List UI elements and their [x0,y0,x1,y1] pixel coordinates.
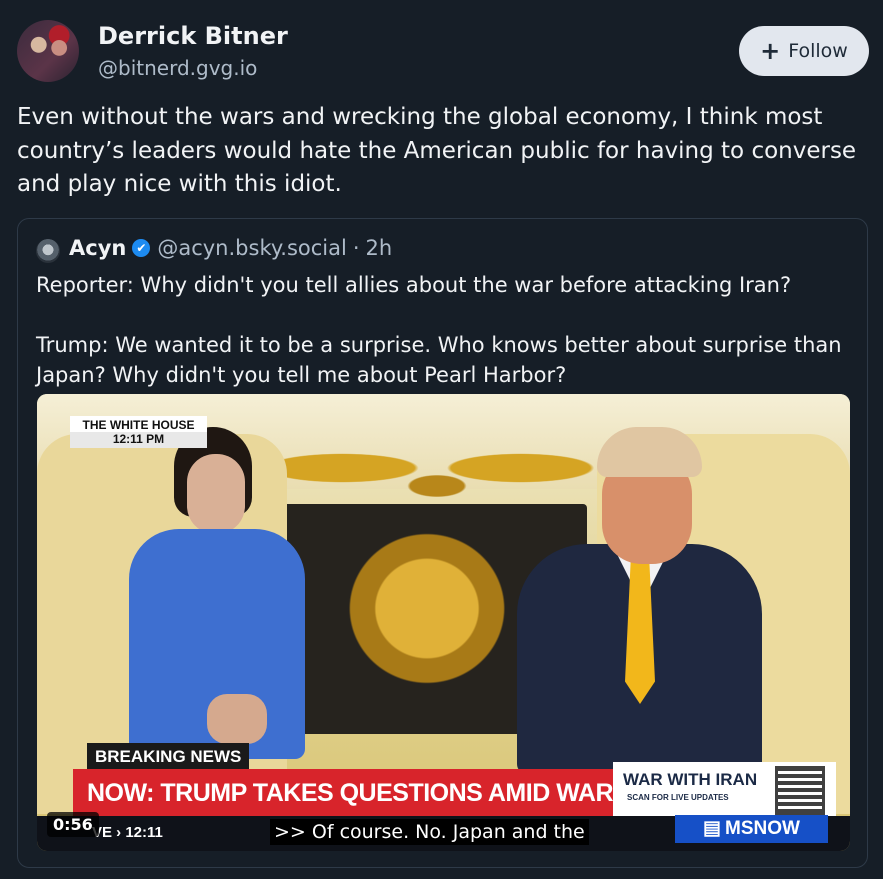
gold-fire-screen [307,514,547,724]
follow-button[interactable]: + Follow [739,26,869,76]
war-box-subtitle: SCAN FOR LIVE UPDATES [627,793,729,802]
quoted-author-name[interactable]: Acyn [69,236,126,260]
breaking-news-label: BREAKING NEWS [87,743,250,771]
location-badge-title: THE WHITE HOUSE [82,418,195,432]
video-player[interactable]: THE WHITE HOUSE 12:11 PM BREAKING NEWS N… [37,394,850,851]
war-box-title: WAR WITH IRAN [623,770,758,789]
video-caption: >> Of course. No. Japan and the [270,819,589,845]
plus-icon: + [760,37,781,65]
network-logo-icon: ▤ [703,818,721,839]
qr-code-icon [775,766,825,816]
network-name: MSNOW [725,818,800,839]
woman-face [187,454,245,534]
location-badge-time: 12:11 PM [70,432,207,448]
network-logo: ▤ MSNOW [675,815,828,843]
headline-bar: NOW: TRUMP TAKES QUESTIONS AMID WAR WITH… [73,769,747,817]
author-avatar[interactable] [17,20,79,82]
quoted-post-header: Acyn ✔ @acyn.bsky.social · 2h [69,236,392,260]
post-text: Even without the wars and wrecking the g… [17,104,857,197]
author-name[interactable]: Derrick Bitner [98,22,288,50]
author-handle[interactable]: @bitnerd.gvg.io [98,56,257,80]
location-badge: THE WHITE HOUSE 12:11 PM [70,416,207,448]
verified-check-icon: ✔ [132,239,151,257]
follow-label: Follow [788,40,848,62]
gold-ornament [247,414,627,504]
separator-dot: · [352,236,360,260]
war-with-iran-box: WAR WITH IRAN SCAN FOR LIVE UPDATES [613,762,836,820]
woman-hands [207,694,267,744]
video-duration: 0:56 [47,812,99,837]
quoted-author-handle[interactable]: @acyn.bsky.social [157,236,347,260]
quoted-author-avatar[interactable] [36,239,60,263]
man-hair [597,427,702,477]
quoted-post-text: Reporter: Why didn't you tell allies abo… [36,273,842,387]
quoted-post-card[interactable]: Acyn ✔ @acyn.bsky.social · 2h Reporter: … [17,218,868,868]
ticker-text: VE › 12:11 [92,824,163,841]
quoted-post-time[interactable]: 2h [366,236,393,260]
